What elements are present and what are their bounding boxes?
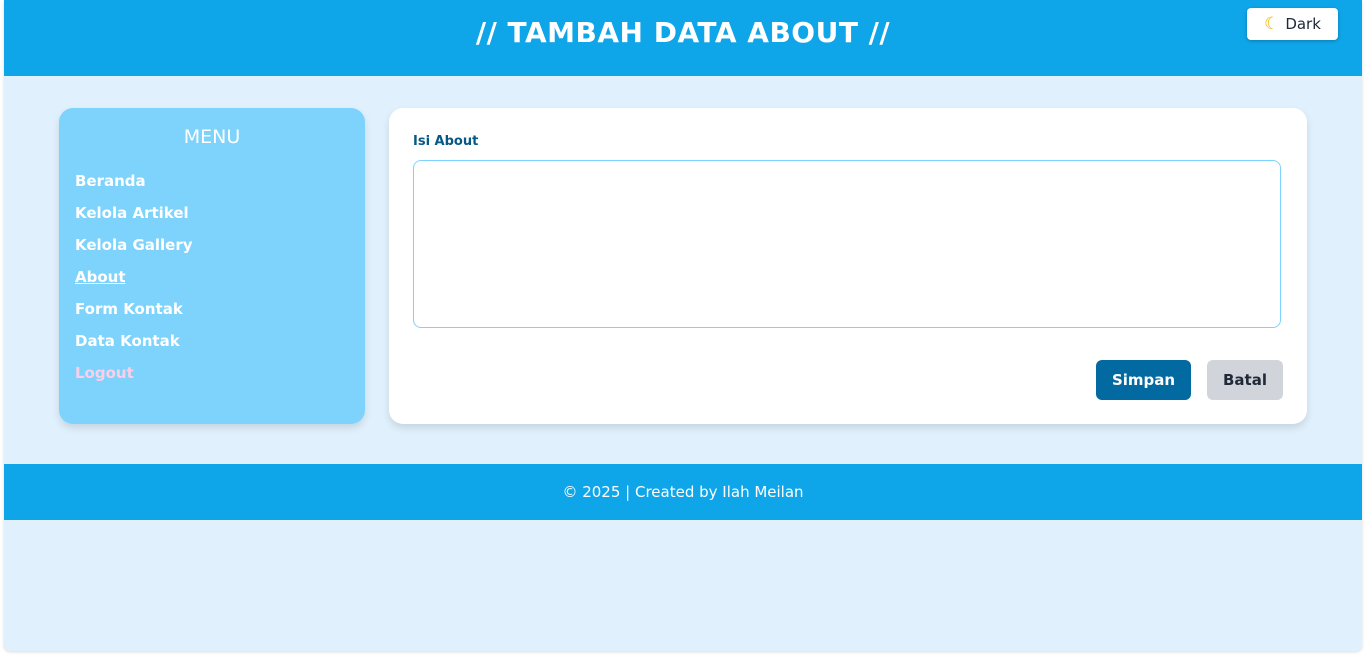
sidebar-link-form-kontak[interactable]: Form Kontak	[75, 300, 183, 318]
sidebar-item-beranda: Beranda	[75, 170, 193, 202]
sidebar-menu: Beranda Kelola Artikel Kelola Gallery Ab…	[75, 170, 193, 394]
sidebar-link-kelola-artikel[interactable]: Kelola Artikel	[75, 204, 189, 222]
page-title: // TAMBAH DATA ABOUT //	[475, 16, 891, 49]
sidebar-item-kelola-artikel: Kelola Artikel	[75, 202, 193, 234]
sidebar-item-about: About	[75, 266, 193, 298]
about-form-card: Isi About Simpan Batal	[389, 108, 1307, 424]
dark-mode-toggle[interactable]: ☾ Dark	[1247, 8, 1338, 40]
sidebar-item-kelola-gallery: Kelola Gallery	[75, 234, 193, 266]
sidebar-link-beranda[interactable]: Beranda	[75, 172, 146, 190]
header: // TAMBAH DATA ABOUT // ☾ Dark	[4, 0, 1362, 76]
page: // TAMBAH DATA ABOUT // ☾ Dark MENU Bera…	[4, 0, 1362, 651]
footer-copyright: © 2025 | Created by Ilah Meilan	[562, 483, 804, 501]
moon-icon: ☾	[1264, 13, 1280, 34]
dark-mode-label: Dark	[1285, 15, 1321, 33]
sidebar: MENU Beranda Kelola Artikel Kelola Galle…	[59, 108, 365, 424]
sidebar-link-about[interactable]: About	[75, 268, 126, 286]
sidebar-link-data-kontak[interactable]: Data Kontak	[75, 332, 180, 350]
save-button[interactable]: Simpan	[1096, 360, 1191, 400]
footer: © 2025 | Created by Ilah Meilan	[4, 464, 1362, 520]
cancel-button[interactable]: Batal	[1207, 360, 1283, 400]
sidebar-title: MENU	[183, 126, 241, 148]
sidebar-item-data-kontak: Data Kontak	[75, 330, 193, 362]
sidebar-link-kelola-gallery[interactable]: Kelola Gallery	[75, 236, 193, 254]
about-field-label: Isi About	[413, 134, 479, 149]
sidebar-item-form-kontak: Form Kontak	[75, 298, 193, 330]
sidebar-item-logout: Logout	[75, 362, 193, 394]
sidebar-link-logout[interactable]: Logout	[75, 364, 134, 382]
about-textarea[interactable]	[413, 160, 1281, 328]
